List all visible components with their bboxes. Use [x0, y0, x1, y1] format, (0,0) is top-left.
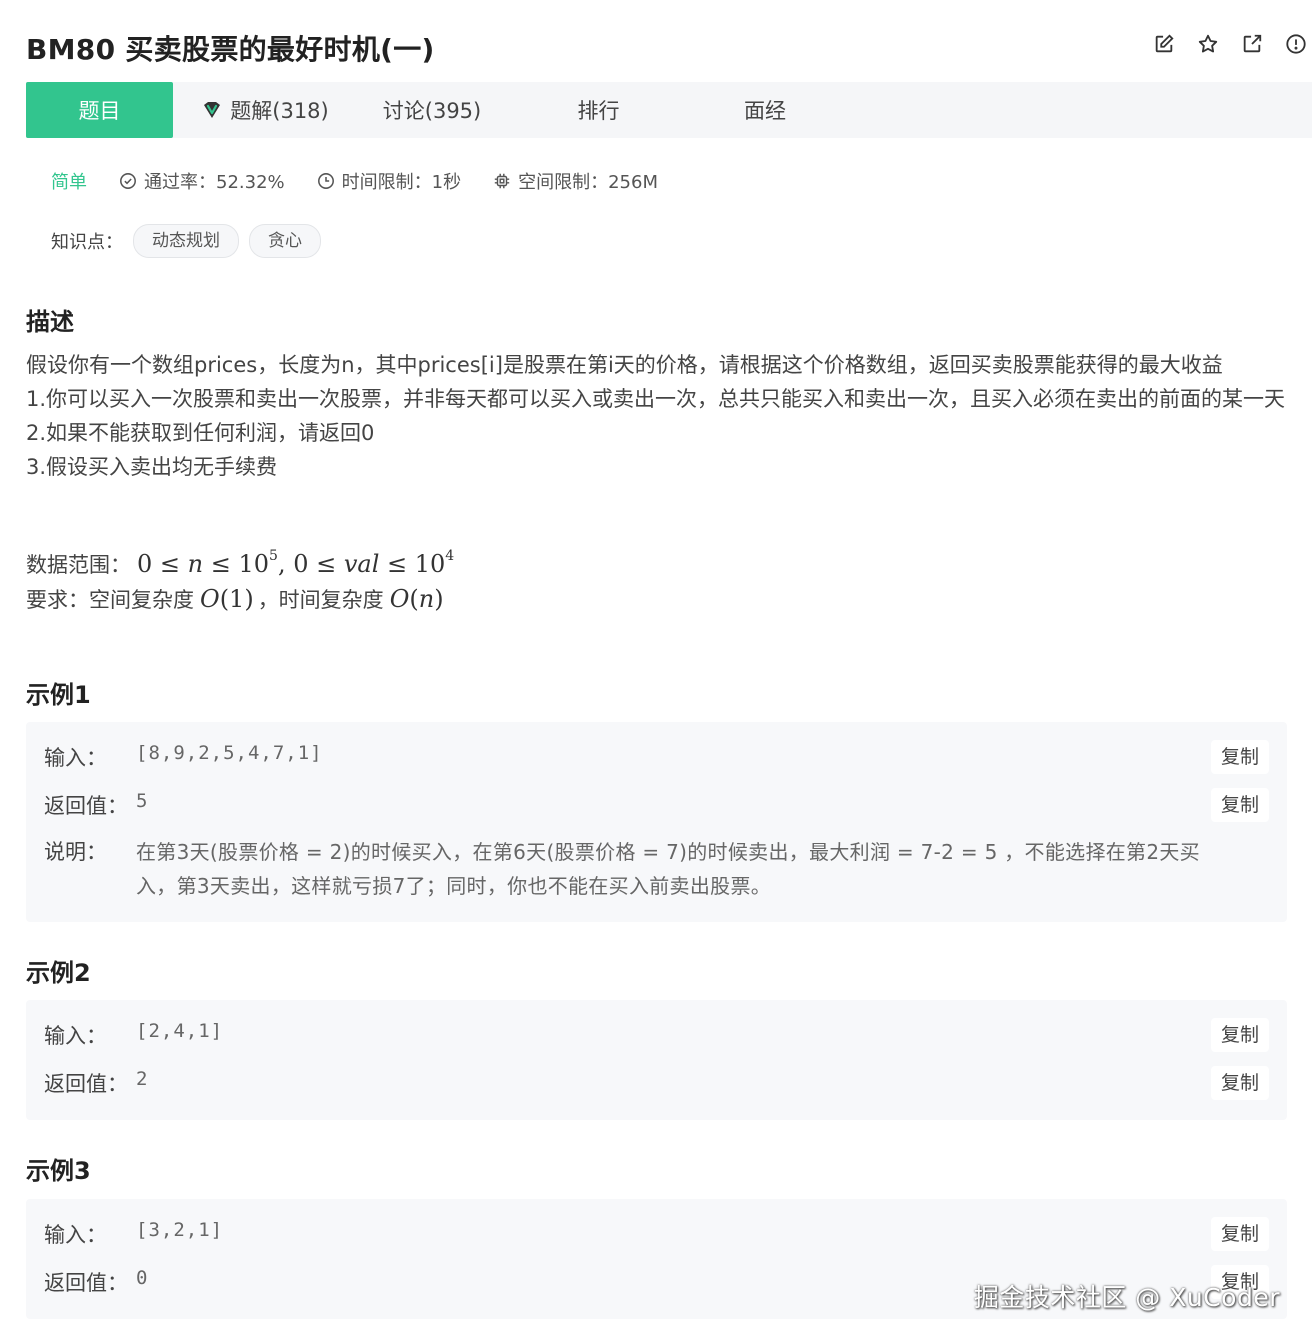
tab-solutions[interactable]: 题解(318) [173, 82, 358, 138]
example-1-box: 输入： [8,9,2,5,4,7,1] 复制 返回值： 5 复制 说明： 在第3… [26, 722, 1287, 922]
complexity-requirement: 要求：空间复杂度 O(1) ，时间复杂度 O(n) [26, 585, 444, 613]
example-2-input-row: 输入： [2,4,1] [44, 1020, 224, 1048]
space-complexity-formula: O(1) [200, 585, 254, 613]
copy-output-button[interactable]: 复制 [1210, 788, 1269, 822]
example-2-input: [2,4,1] [136, 1020, 224, 1042]
example-1-note: 在第3天(股票价格 = 2)的时候买入，在第6天(股票价格 = 7)的时候卖出，… [136, 840, 1200, 898]
problem-meta: 简单 通过率：52.32% 时间限制：1秒 空间限制：256M [51, 168, 690, 194]
example-1-input: [8,9,2,5,4,7,1] [136, 742, 323, 764]
copy-input-button[interactable]: 复制 [1210, 740, 1269, 774]
example-3-input-row: 输入： [3,2,1] [44, 1219, 224, 1247]
example-1-heading: 示例1 [26, 681, 91, 709]
tab-problem[interactable]: 题目 [26, 82, 173, 138]
header-actions [1152, 32, 1308, 56]
watermark: 掘金技术社区 @ XuCoder [973, 1283, 1280, 1312]
example-1-output: 5 [136, 790, 149, 812]
example-2-output-row: 返回值： 2 [44, 1068, 149, 1096]
example-1-input-row: 输入： [8,9,2,5,4,7,1] [44, 742, 323, 770]
range-formula: 0 ≤ n ≤ 105, 0 ≤ val ≤ 104 [137, 548, 455, 578]
tab-discussion[interactable]: 讨论(395) [358, 82, 506, 138]
share-icon[interactable] [1240, 32, 1264, 56]
example-3-input: [3,2,1] [136, 1219, 224, 1241]
description-line: 1.你可以买入一次股票和卖出一次股票，并非每天都可以买入或卖出一次，总共只能买入… [26, 387, 1286, 411]
example-1-note-row: 说明： 在第3天(股票价格 = 2)的时候买入，在第6天(股票价格 = 7)的时… [44, 835, 1236, 903]
description-heading: 描述 [26, 308, 74, 336]
example-2-output: 2 [136, 1068, 149, 1090]
star-icon[interactable] [1196, 32, 1220, 56]
tab-interview[interactable]: 面经 [691, 82, 839, 138]
time-limit: 时间限制：1秒 [317, 168, 461, 194]
tag-greedy[interactable]: 贪心 [249, 224, 321, 258]
pass-rate: 通过率：52.32% [119, 168, 285, 194]
tab-ranking[interactable]: 排行 [506, 82, 691, 138]
description-line: 2.如果不能获取到任何利润，请返回0 [26, 421, 375, 445]
check-circle-icon [120, 173, 136, 189]
description-line: 假设你有一个数组prices，长度为n，其中prices[i]是股票在第i天的价… [26, 353, 1223, 377]
copy-output-button[interactable]: 复制 [1210, 1066, 1269, 1100]
chip-icon [494, 173, 510, 189]
example-3-output-row: 返回值： 0 [44, 1267, 149, 1295]
knowledge-points: 知识点： 动态规划 贪心 [51, 224, 321, 258]
clock-icon [317, 173, 334, 189]
tab-bar: 题目 题解(318) 讨论(395) 排行 面经 [26, 82, 1312, 138]
edit-icon[interactable] [1152, 32, 1176, 56]
example-3-output: 0 [136, 1267, 149, 1289]
tag-dynamic-programming[interactable]: 动态规划 [133, 224, 239, 258]
example-1-output-row: 返回值： 5 [44, 790, 149, 818]
space-limit: 空间限制：256M [493, 168, 658, 194]
report-icon[interactable] [1284, 32, 1308, 56]
knowledge-label: 知识点： [51, 232, 123, 253]
description-line: 3.假设买入卖出均无手续费 [26, 455, 278, 479]
copy-input-button[interactable]: 复制 [1210, 1018, 1269, 1052]
page-title: BM80 买卖股票的最好时机(一) [26, 33, 435, 66]
difficulty-badge: 简单 [51, 172, 87, 193]
example-2-heading: 示例2 [26, 959, 91, 987]
vip-solution-icon [204, 102, 221, 118]
description-body: 假设你有一个数组prices，长度为n，其中prices[i]是股票在第i天的价… [26, 348, 1296, 484]
data-range: 数据范围： 0 ≤ n ≤ 105, 0 ≤ val ≤ 104 [26, 548, 455, 578]
copy-input-button[interactable]: 复制 [1210, 1217, 1269, 1251]
example-2-box: 输入： [2,4,1] 复制 返回值： 2 复制 [26, 1000, 1287, 1120]
time-complexity-formula: O(n) [389, 585, 444, 613]
example-3-heading: 示例3 [26, 1157, 91, 1185]
